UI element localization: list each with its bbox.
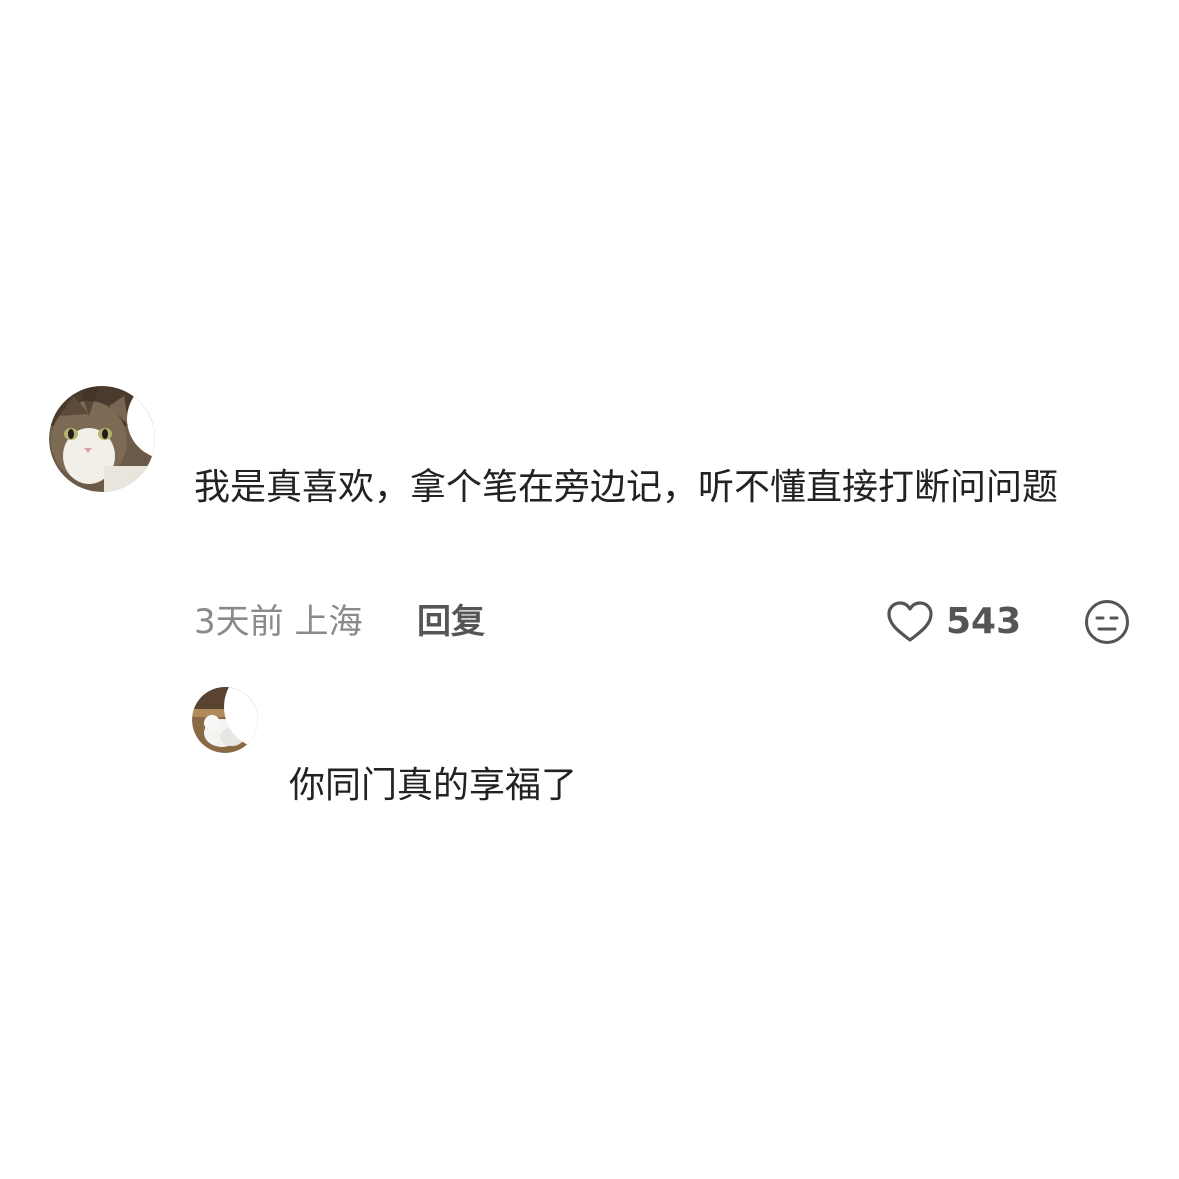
- bird-avatar-icon[interactable]: [192, 687, 258, 753]
- cat-avatar-icon[interactable]: [49, 386, 155, 492]
- reply-text: 你同门真的享福了: [289, 765, 578, 806]
- comment-meta: 3天前 上海 回复: [194, 598, 485, 646]
- comment-text: 我是真喜欢，拿个笔在旁边记，听不懂直接打断问问题: [194, 467, 1059, 508]
- like-count: 543: [946, 601, 1022, 642]
- comment-time: 3天前: [194, 602, 284, 642]
- heart-outline-icon: [887, 601, 933, 642]
- reply-button[interactable]: 回复: [417, 598, 485, 646]
- neutral-face-icon[interactable]: [1084, 599, 1130, 645]
- comment-location: 上海: [294, 602, 363, 642]
- like-button[interactable]: 543: [886, 598, 1021, 646]
